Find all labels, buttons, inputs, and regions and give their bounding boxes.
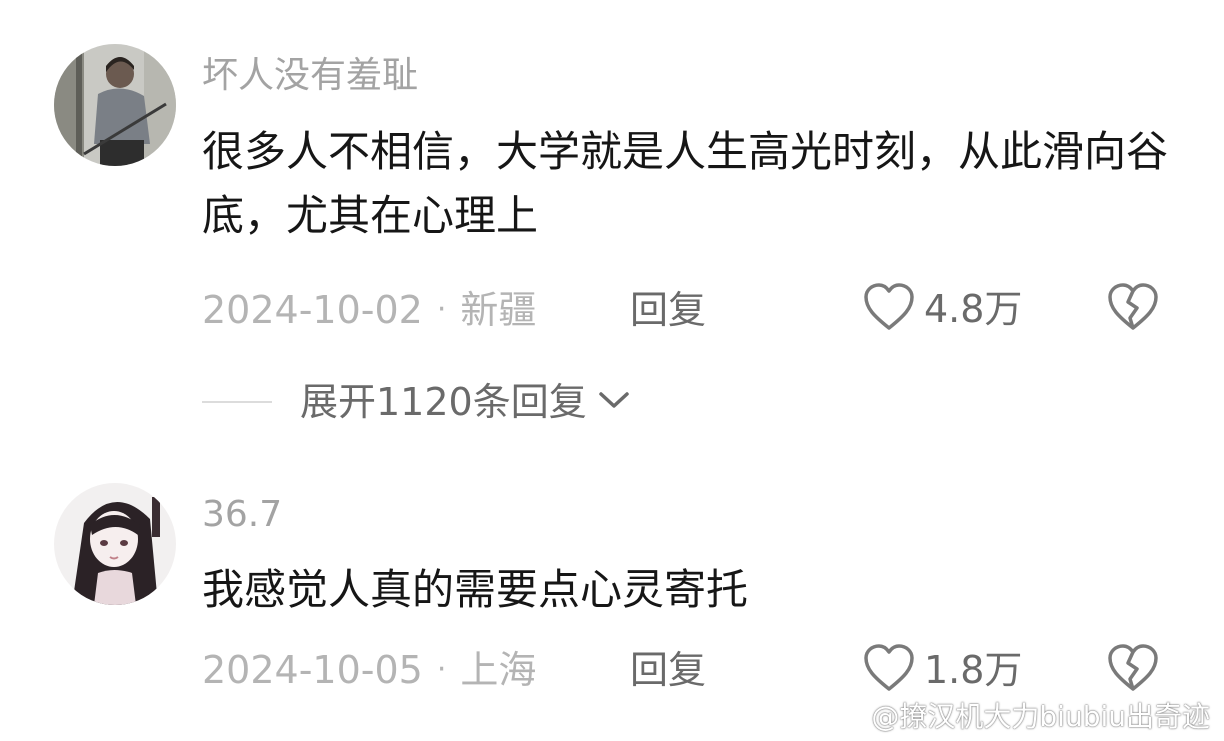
comment-meta: 2024-10-02 · 新疆 — [202, 291, 536, 329]
meta-separator: · — [436, 652, 447, 687]
weibo-logo-icon — [825, 696, 871, 735]
comment-date: 2024-10-02 — [202, 288, 423, 332]
watermark: @撩汉机大力biubiu出奇迹 — [825, 695, 1210, 735]
meta-separator: · — [436, 292, 447, 327]
username[interactable]: 36.7 — [202, 497, 282, 533]
reply-button[interactable]: 回复 — [630, 291, 706, 329]
heart-icon — [862, 282, 916, 336]
watermark-text: @撩汉机大力biubiu出奇迹 — [871, 700, 1210, 733]
dislike-button[interactable] — [1106, 643, 1160, 697]
expand-replies-button[interactable]: 展开1120条回复 — [202, 383, 631, 421]
comment-location: 新疆 — [460, 288, 537, 332]
divider — [202, 401, 272, 403]
avatar[interactable] — [54, 44, 176, 166]
dislike-button[interactable] — [1106, 282, 1160, 336]
comment-meta: 2024-10-05 · 上海 — [202, 651, 536, 689]
like-count: 4.8万 — [924, 287, 1023, 331]
heart-icon — [862, 643, 916, 697]
like-button[interactable]: 1.8万 — [862, 643, 1022, 697]
comment-text: 很多人不相信，大学就是人生高光时刻，从此滑向谷底，尤其在心理上 — [202, 127, 1169, 240]
avatar[interactable] — [54, 483, 176, 605]
reply-button[interactable]: 回复 — [630, 651, 706, 689]
username[interactable]: 坏人没有羞耻 — [202, 58, 418, 94]
expand-replies-label: 展开1120条回复 — [300, 380, 587, 424]
comment-location: 上海 — [460, 648, 537, 692]
comment-date: 2024-10-05 — [202, 648, 423, 692]
chevron-down-icon — [597, 388, 631, 416]
like-count: 1.8万 — [924, 648, 1023, 692]
broken-heart-icon — [1106, 283, 1160, 336]
comment-text: 我感觉人真的需要点心灵寄托 — [202, 565, 749, 614]
like-button[interactable]: 4.8万 — [862, 282, 1022, 336]
